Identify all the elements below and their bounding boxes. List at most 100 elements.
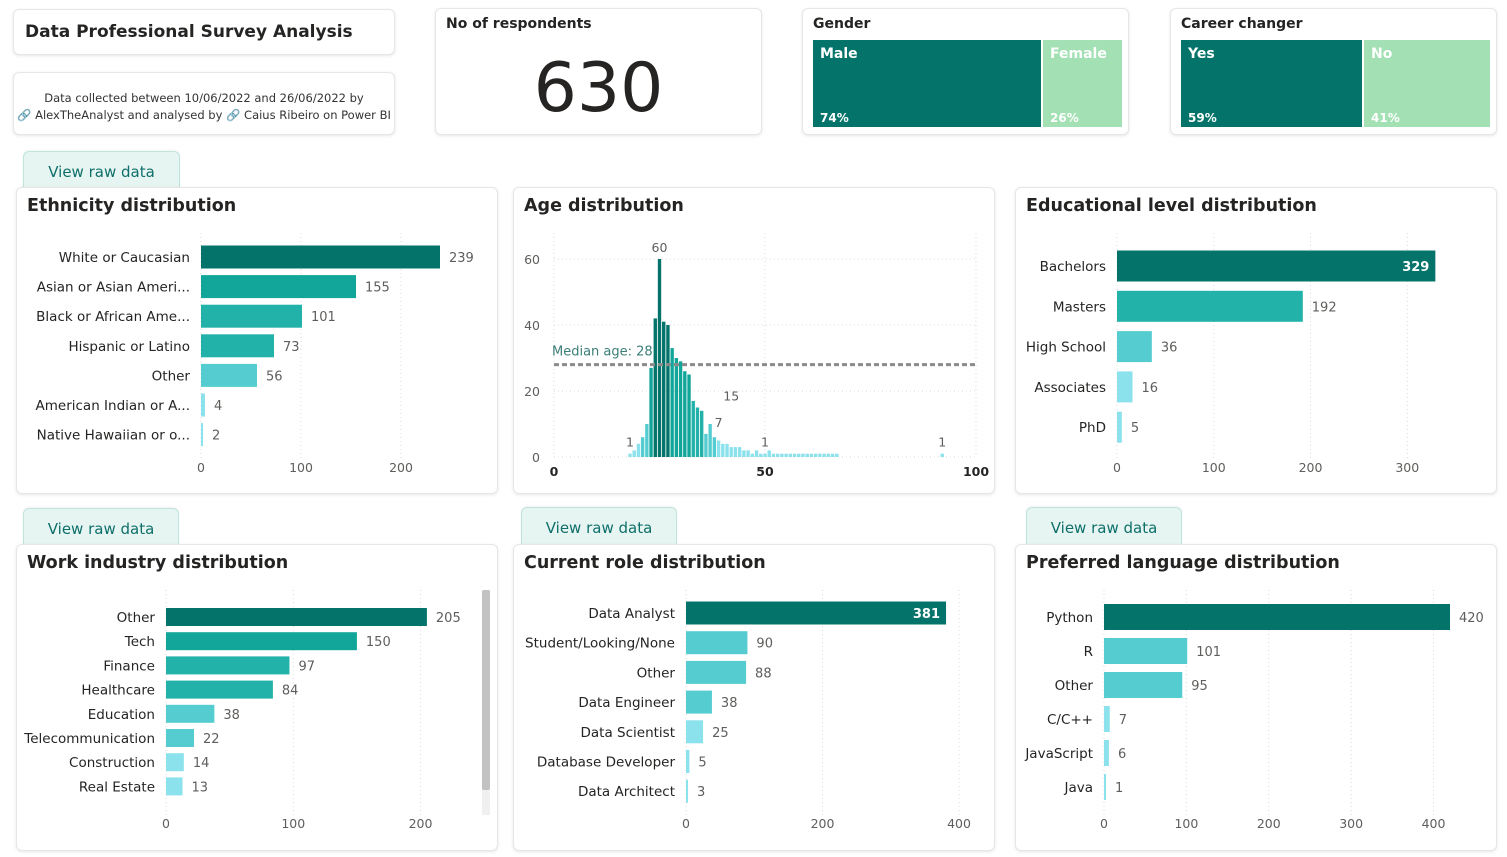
histogram-bar[interactable] [649,367,653,457]
histogram-bar[interactable] [674,358,679,457]
bar[interactable] [166,753,184,772]
histogram-bar[interactable] [687,374,691,458]
histogram-bar[interactable] [737,447,742,457]
bar[interactable] [201,363,257,387]
histogram-bar[interactable] [788,453,793,457]
view-raw-data-tab-language[interactable]: View raw data [1026,507,1182,544]
career-cell-no[interactable]: No 41% [1364,40,1490,127]
bar[interactable] [201,245,440,269]
language-chart[interactable]: 0 100 200 300 400 Python 420 R 101 Other 95 C/C++ 7 J… [1016,545,1498,852]
info-line-2[interactable]: 🔗 AlexTheAnalyst and analysed by 🔗 Caius… [14,107,394,124]
gender-cell-female[interactable]: Female 26% [1043,40,1122,127]
histogram-bar[interactable] [645,424,649,457]
bar[interactable] [686,631,748,655]
bar[interactable] [686,690,712,714]
bar[interactable] [1117,290,1303,322]
view-raw-data-tab-industry[interactable]: View raw data [23,508,179,545]
histogram-bar[interactable] [818,453,822,457]
histogram-bar[interactable] [822,453,826,457]
education-chart[interactable]: 0 100 200 300 Bachelors 329 Masters 192 High Sch… [1016,188,1498,495]
bar[interactable] [201,304,302,328]
histogram-bar[interactable] [763,453,767,457]
bar[interactable] [1104,672,1183,698]
histogram-bar[interactable] [750,453,755,457]
histogram-bar[interactable] [708,424,712,457]
histogram-bar[interactable] [813,453,818,457]
bar[interactable] [686,779,689,803]
view-raw-data-tab-role[interactable]: View raw data [521,507,677,544]
career-cell-yes[interactable]: Yes 59% [1181,40,1362,127]
bar[interactable] [686,720,704,744]
histogram-bar[interactable] [771,453,776,457]
histogram-bar[interactable] [775,453,780,457]
histogram-bar[interactable] [716,440,721,458]
bar[interactable] [166,680,273,699]
industry-scrollbar-thumb[interactable] [482,590,490,790]
bar[interactable] [1117,371,1133,403]
ethnicity-chart[interactable]: 0 100 200 White or Caucasian 239 Asian or Asi… [17,188,499,495]
bar[interactable] [686,660,747,684]
bar[interactable] [201,423,203,447]
histogram-bar[interactable] [826,453,830,457]
bar[interactable] [1104,638,1188,664]
bar[interactable] [201,334,274,358]
histogram-bar[interactable] [805,453,809,457]
histogram-bar[interactable] [657,259,662,457]
role-chart[interactable]: 0 200 400 Data Analyst 381 Student/Looking/No… [514,545,996,852]
histogram-bar[interactable] [666,325,670,457]
histogram-bar[interactable] [759,453,763,457]
histogram-bar[interactable] [632,450,636,457]
gender-treemap[interactable]: Male 74% Female 26% [813,40,1122,127]
bar[interactable] [1104,740,1109,766]
histogram-bar[interactable] [691,400,695,457]
bar[interactable] [1104,706,1110,732]
view-raw-data-tab-ethnicity[interactable]: View raw data [23,151,180,188]
bar[interactable] [166,656,290,675]
industry-chart[interactable]: 0 100 200 Other 205 Tech 150 Finance 97 Healthcar… [17,545,499,852]
bar[interactable] [1117,411,1122,443]
bar[interactable] [166,608,427,626]
histogram-bar[interactable] [733,447,738,457]
bar[interactable] [686,750,690,773]
bar[interactable] [201,275,356,299]
bar[interactable] [166,632,357,651]
histogram-bar[interactable] [792,453,797,457]
career-treemap[interactable]: Yes 59% No 41% [1181,40,1490,127]
histogram-bar[interactable] [780,453,784,457]
histogram-bar[interactable] [678,361,683,457]
histogram-bar[interactable] [725,443,729,457]
histogram-bar[interactable] [653,318,657,457]
bar[interactable] [1117,331,1152,363]
histogram-bar[interactable] [809,453,814,457]
histogram-bar[interactable] [704,433,708,457]
bar[interactable] [166,777,183,796]
gender-cell-male[interactable]: Male 74% [813,40,1041,127]
histogram-bar[interactable] [784,453,788,457]
histogram-bar[interactable] [628,453,632,457]
histogram-bar[interactable] [835,453,839,457]
histogram-bar[interactable] [636,443,641,457]
histogram-bar[interactable] [700,410,704,457]
bar[interactable] [1104,604,1450,630]
bar[interactable] [166,729,194,747]
histogram-bar[interactable] [742,450,746,457]
bar[interactable] [686,601,947,625]
histogram-bar[interactable] [801,453,805,457]
bar[interactable] [1117,250,1436,282]
histogram-bar[interactable] [729,447,733,457]
histogram-bar[interactable] [683,371,687,457]
bar[interactable] [166,704,215,723]
histogram-bar[interactable] [746,450,750,457]
histogram-bar[interactable] [721,443,725,457]
histogram-bar[interactable] [767,450,771,457]
histogram-bar[interactable] [712,437,717,457]
histogram-bar[interactable] [662,321,666,457]
bar[interactable] [1104,774,1106,800]
histogram-bar[interactable] [830,453,835,457]
histogram-bar[interactable] [940,453,944,457]
histogram-bar[interactable] [797,453,801,457]
histogram-bar[interactable] [640,437,645,457]
histogram-bar[interactable] [695,407,700,458]
age-chart[interactable]: 0 20 40 60 0 50 100 Median age: 28 60 157 1 1 1 [514,188,996,495]
bar[interactable] [201,393,205,417]
